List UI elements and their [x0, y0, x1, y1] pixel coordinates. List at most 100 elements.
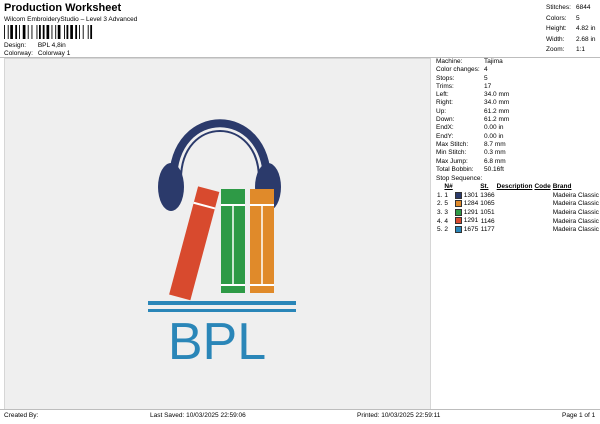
shelf-line: [148, 309, 296, 312]
machine-info-row: Max Stitch: 8.7 mm: [436, 141, 598, 149]
stop-thread-code: 1284: [454, 200, 479, 209]
table-row: 1.1 13011366 Madeira Classic 40: [436, 191, 600, 201]
machine-info-label: EndY:: [436, 132, 454, 140]
stop-stitch-count: 1366: [480, 191, 495, 199]
stop-thread-code: 1301: [454, 191, 479, 201]
design-stats: Stitches: 6844 Colors: 5 Height: 4.82 in Wi…: [546, 3, 596, 56]
stop-description: [496, 226, 534, 235]
stop-stitch-count: 1177: [480, 226, 495, 234]
orange-book-icon: [250, 189, 274, 293]
stop-code: [533, 217, 551, 226]
stop-seq-number: 5.: [437, 226, 443, 234]
colorway-row: Colorway: Colorway 1: [4, 50, 70, 57]
stat-zoom: Zoom: 1:1: [546, 46, 586, 54]
machine-info-panel: Machine: Tajima Color changes: 4 Stops: 5 Trim…: [436, 58, 600, 235]
stop-sequence-table: N# St. Description Code Brand 1. 1 1301 136…: [436, 183, 600, 235]
stop-needle-number: 1: [444, 191, 449, 199]
machine-info-row: EndY: 0.00 in: [436, 133, 598, 141]
machine-info-value: 17: [484, 82, 492, 90]
machine-info-row: Min Stitch: 0.3 mm: [436, 149, 598, 157]
table-header-row: N# St. Description Code Brand: [444, 183, 572, 191]
stop-thread-code: 1291: [454, 208, 479, 218]
machine-info-label: Up:: [436, 107, 447, 115]
stop-stitch-count: 1065: [480, 200, 495, 208]
stop-description: [496, 209, 534, 218]
stop-stitch-count: 1146: [480, 217, 495, 225]
design-value: BPL 4,8in: [37, 42, 66, 49]
stop-code: [533, 192, 551, 201]
stop-needle-number: 5: [444, 200, 449, 208]
stop-description: [496, 217, 534, 226]
stop-description: [496, 192, 534, 201]
machine-info-value: 5: [484, 74, 488, 82]
page-title: Production Worksheet: [4, 2, 122, 14]
software-subtitle: Wilcom EmbroideryStudio – Level 3 Advanc…: [4, 16, 138, 23]
stat-width: Width: 2.68 in: [546, 35, 596, 43]
machine-info-value: 8.7 mm: [484, 140, 506, 148]
headphones-left-cup-icon: [158, 163, 184, 211]
printed-date: Printed: 10/03/2025 22:59:11: [357, 412, 441, 419]
machine-info-value: 4: [484, 66, 488, 74]
machine-info-row: Stops: 5: [436, 75, 598, 83]
barcode-icon: [4, 25, 93, 39]
stop-seq-number: 2.: [437, 200, 443, 208]
stop-seq-number: 3.: [437, 208, 443, 216]
machine-info-label: Max Jump:: [436, 157, 468, 165]
stop-seq-number: 1.: [437, 191, 443, 199]
machine-info-label: Total Bobbin:: [436, 165, 474, 173]
stop-brand: Madeira Classic 40: [552, 226, 600, 234]
colorway-value: Colorway 1: [37, 50, 71, 57]
stop-description: [496, 200, 534, 209]
stop-needle-number: 4: [444, 217, 449, 225]
machine-info-row: Left: 34.0 mm: [436, 91, 598, 99]
machine-info-row: Machine: Tajima: [436, 58, 598, 66]
embroidery-design: BPL: [148, 119, 296, 371]
machine-info-label: Trims:: [436, 82, 454, 90]
stat-colors: Colors: 5: [546, 14, 580, 22]
machine-info-row: Down: 61.2 mm: [436, 116, 598, 124]
stop-code: [533, 200, 551, 209]
stop-code: [533, 209, 551, 218]
table-row: 2.5 12841065 Madeira Classic 40: [436, 200, 600, 209]
page-number: Page 1 of 1: [562, 412, 596, 419]
machine-info-row: EndX: 0.00 in: [436, 124, 598, 132]
stop-thread-code: 1675: [454, 226, 479, 235]
stop-sequence-heading: Stop Sequence:: [436, 175, 483, 183]
machine-info-label: EndX:: [436, 124, 454, 132]
machine-info-value: Tajima: [484, 58, 503, 65]
table-row: 5.2 16751177 Madeira Classic 40: [436, 226, 600, 235]
stop-brand: Madeira Classic 40: [552, 191, 600, 199]
shelf-line: [148, 301, 296, 305]
color-swatch: [454, 208, 462, 216]
machine-info-value: 0.3 mm: [484, 149, 506, 157]
table-row: 4.4 12911146 Madeira Classic 40: [436, 217, 600, 226]
machine-info-value: 0.00 in: [484, 124, 504, 132]
color-swatch: [454, 217, 462, 225]
stat-height: Height: 4.82 in: [546, 25, 596, 33]
machine-info-label: Stops:: [436, 74, 455, 82]
machine-info-label: Right:: [436, 99, 453, 107]
created-by: Created By:: [4, 412, 39, 419]
stop-needle-number: 2: [444, 226, 449, 234]
machine-info-value: 61.2 mm: [484, 107, 510, 115]
design-preview: BPL: [4, 58, 431, 410]
stop-brand: Madeira Classic 40: [552, 200, 600, 208]
stop-thread-code: 1291: [454, 217, 479, 226]
machine-info-value: 0.00 in: [484, 132, 504, 140]
machine-info-label: Machine:: [436, 58, 463, 65]
stop-needle-number: 3: [444, 208, 449, 216]
stop-stitch-count: 1051: [480, 208, 495, 216]
machine-info-value: 34.0 mm: [484, 91, 510, 99]
machine-info-value: 34.0 mm: [484, 99, 510, 107]
color-swatch: [454, 226, 462, 234]
colorway-label: Colorway:: [4, 50, 33, 57]
machine-info-row: Trims: 17: [436, 83, 598, 91]
machine-info-label: Max Stitch:: [436, 140, 469, 148]
table-row: 3.3 12911051 Madeira Classic 40: [436, 208, 600, 218]
footer-divider: [0, 409, 600, 410]
color-swatch: [454, 191, 462, 199]
machine-info-row: Right: 34.0 mm: [436, 99, 598, 107]
machine-info-row: Up: 61.2 mm: [436, 108, 598, 116]
machine-info-row: Max Jump: 6.8 mm: [436, 158, 598, 166]
design-text: BPL: [168, 313, 266, 371]
